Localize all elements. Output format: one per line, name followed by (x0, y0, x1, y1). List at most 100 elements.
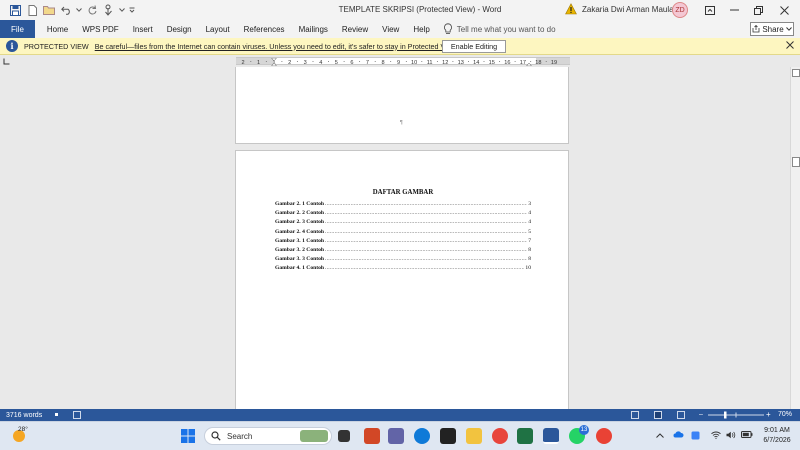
scrollbar-thumb[interactable] (792, 157, 800, 167)
tab-wps-pdf[interactable]: WPS PDF (75, 20, 125, 38)
chrome-profile-icon[interactable] (596, 428, 612, 444)
document-page[interactable]: ¶ (235, 67, 569, 144)
ruler-label: 11 (427, 60, 433, 66)
tab-insert[interactable]: Insert (126, 20, 160, 38)
ruler-label: 9 (397, 60, 400, 66)
scroll-up-button[interactable] (792, 69, 800, 77)
user-name[interactable]: Zakaria Dwi Arman Maulana (582, 5, 682, 14)
document-page[interactable]: DAFTAR GAMBAR Gambar 2. 1 Contoh 3 Gambar… (235, 150, 569, 409)
notification-badge: 13 (579, 425, 589, 435)
document-workspace[interactable]: ¶ DAFTAR GAMBAR Gambar 2. 1 Contoh 3 Gamb… (0, 67, 790, 409)
chrome-browser-icon[interactable] (492, 428, 508, 444)
toc-entry-page: 8 (528, 256, 531, 263)
tab-home[interactable]: Home (35, 20, 75, 38)
system-clock[interactable]: 9:01 AM 6/7/2026 (758, 426, 796, 446)
powerpoint-app-icon[interactable] (364, 428, 380, 444)
teams-app-icon[interactable] (388, 428, 404, 444)
web-layout-icon[interactable] (677, 411, 685, 419)
toc-leader (325, 265, 524, 271)
open-folder-icon[interactable] (42, 3, 56, 17)
touch-mode-icon[interactable] (102, 3, 116, 17)
battery-icon[interactable] (741, 431, 753, 440)
app-tray-icon[interactable] (691, 431, 700, 442)
toc-entry[interactable]: Gambar 2. 3 Contoh 4 (275, 219, 531, 228)
tab-help[interactable]: Help (406, 20, 436, 38)
word-count[interactable]: 3716 words (6, 412, 42, 419)
tab-review[interactable]: Review (335, 20, 375, 38)
title-bar: TEMPLATE SKRIPSI (Protected View) - Word… (0, 0, 800, 20)
onedrive-cloud-icon[interactable] (673, 431, 684, 440)
chevron-down-icon (785, 27, 792, 31)
whatsapp-app-icon[interactable]: 13 (569, 425, 589, 444)
print-layout-icon[interactable] (654, 411, 662, 419)
wifi-icon[interactable] (711, 431, 721, 441)
new-document-icon[interactable] (25, 3, 39, 17)
tab-selector[interactable] (3, 58, 11, 66)
visual-studio-code-icon[interactable] (440, 428, 456, 444)
toc-entry[interactable]: Gambar 2. 4 Contoh 5 (275, 229, 531, 238)
indent-marker[interactable] (526, 62, 532, 66)
taskbar-search[interactable]: Search (204, 427, 332, 445)
undo-icon[interactable] (59, 3, 73, 17)
tab-references[interactable]: References (237, 20, 292, 38)
word-app-icon[interactable] (543, 428, 559, 444)
protected-view-message-link[interactable]: Be careful—files from the Internet can c… (95, 42, 458, 51)
ruler-tick (421, 61, 423, 62)
tell-me-search[interactable]: Tell me what you want to do (443, 23, 556, 35)
search-icon (211, 431, 221, 441)
ruler-tick (374, 61, 376, 62)
toc-title: DAFTAR GAMBAR (372, 189, 434, 196)
list-of-figures: Gambar 2. 1 Contoh3 Gambar 2. 2 Contoh4 … (275, 201, 531, 275)
tab-design[interactable]: Design (160, 20, 199, 38)
toc-leader (325, 219, 527, 225)
toc-entry[interactable]: Gambar 2. 1 Contoh 3 (275, 201, 531, 210)
zoom-in-button[interactable]: + (766, 410, 771, 419)
zoom-level[interactable]: 70% (778, 411, 792, 418)
customize-toolbar-icon[interactable] (128, 3, 136, 17)
windows-start-icon[interactable] (180, 428, 196, 444)
toc-entry[interactable]: Gambar 3. 2 Contoh 8 (275, 247, 531, 256)
toc-entry[interactable]: Gambar 2. 2 Contoh 4 (275, 210, 531, 219)
toc-entry[interactable]: Gambar 3. 1 Contoh 7 (275, 238, 531, 247)
avatar[interactable]: ZD (672, 2, 688, 18)
toc-entry[interactable]: Gambar 3. 3 Contoh 8 (275, 256, 531, 265)
search-label: Search (227, 431, 253, 441)
tell-me-placeholder: Tell me what you want to do (456, 24, 556, 34)
tab-view[interactable]: View (375, 20, 406, 38)
ribbon-display-options-icon[interactable] (698, 2, 722, 18)
taskbar: 28° Search 13 9:01 AM 6/7/2026 (0, 421, 800, 450)
chevron-down-icon[interactable] (76, 3, 82, 17)
task-view-icon[interactable] (338, 430, 350, 442)
chevron-down-icon[interactable] (119, 3, 125, 17)
tab-layout[interactable]: Layout (199, 20, 237, 38)
restore-icon[interactable] (746, 2, 770, 18)
share-icon (752, 25, 760, 33)
volume-icon[interactable] (726, 431, 736, 441)
save-icon[interactable] (8, 3, 22, 17)
vertical-scrollbar[interactable] (790, 67, 800, 409)
tab-file[interactable]: File (0, 20, 35, 38)
ruler-label: 10 (411, 60, 417, 66)
redo-icon[interactable] (85, 3, 99, 17)
protected-view-bar: i PROTECTED VIEW Be careful—files from t… (0, 38, 800, 55)
close-icon[interactable] (772, 2, 796, 18)
share-button[interactable]: Share (750, 22, 794, 36)
minimize-icon[interactable] (722, 2, 746, 18)
warning-icon[interactable] (565, 3, 577, 15)
close-message-bar-icon[interactable] (786, 41, 794, 51)
excel-app-icon[interactable] (517, 428, 533, 444)
chevron-up-icon[interactable] (656, 431, 664, 440)
ruler-label: 13 (458, 60, 464, 66)
toc-entry[interactable]: Gambar 4. 1 Contoh 10 (275, 265, 531, 274)
proofing-icon[interactable] (73, 411, 81, 419)
horizontal-ruler[interactable]: 2112345678910111213141516171819 (236, 57, 570, 66)
toc-leader (325, 229, 527, 235)
edge-browser-icon[interactable] (414, 428, 430, 444)
zoom-out-button[interactable]: – (699, 411, 703, 418)
zoom-slider[interactable] (698, 411, 774, 419)
enable-editing-button[interactable]: Enable Editing (442, 40, 506, 53)
tab-mailings[interactable]: Mailings (292, 20, 335, 38)
file-explorer-icon[interactable] (466, 428, 482, 444)
read-mode-icon[interactable] (631, 411, 639, 419)
weather-widget[interactable]: 28° (12, 426, 30, 445)
